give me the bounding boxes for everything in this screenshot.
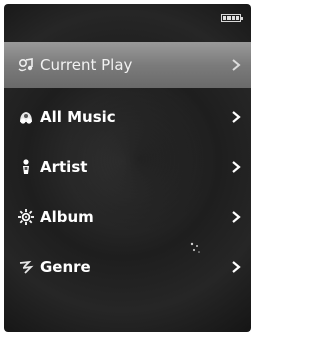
menu-item-artist[interactable]: Artist (4, 142, 251, 192)
menu-item-genre[interactable]: Genre (4, 242, 251, 292)
menu-item-label: Album (40, 208, 94, 226)
status-bar (4, 4, 251, 34)
player-screen: Current Play All Music Artist Album Genr… (4, 4, 251, 332)
background-texture-specks (188, 240, 202, 254)
chevron-right-icon (229, 160, 243, 174)
menu-item-album[interactable]: Album (4, 192, 251, 242)
chevron-right-icon (229, 110, 243, 124)
music-notes-icon (16, 107, 36, 127)
menu-item-all-music[interactable]: All Music (4, 92, 251, 142)
genre-icon (16, 257, 36, 277)
main-menu: Current Play All Music Artist Album Genr… (4, 42, 251, 292)
chevron-right-icon (229, 260, 243, 274)
album-icon (16, 207, 36, 227)
now-playing-icon (16, 55, 36, 75)
menu-item-label: Current Play (40, 56, 133, 74)
chevron-right-icon (229, 58, 243, 72)
battery-full-icon (221, 14, 243, 22)
menu-item-current-play[interactable]: Current Play (4, 42, 251, 88)
menu-item-label: Genre (40, 258, 91, 276)
menu-item-label: Artist (40, 158, 88, 176)
chevron-right-icon (229, 210, 243, 224)
artist-icon (16, 157, 36, 177)
menu-item-label: All Music (40, 108, 116, 126)
